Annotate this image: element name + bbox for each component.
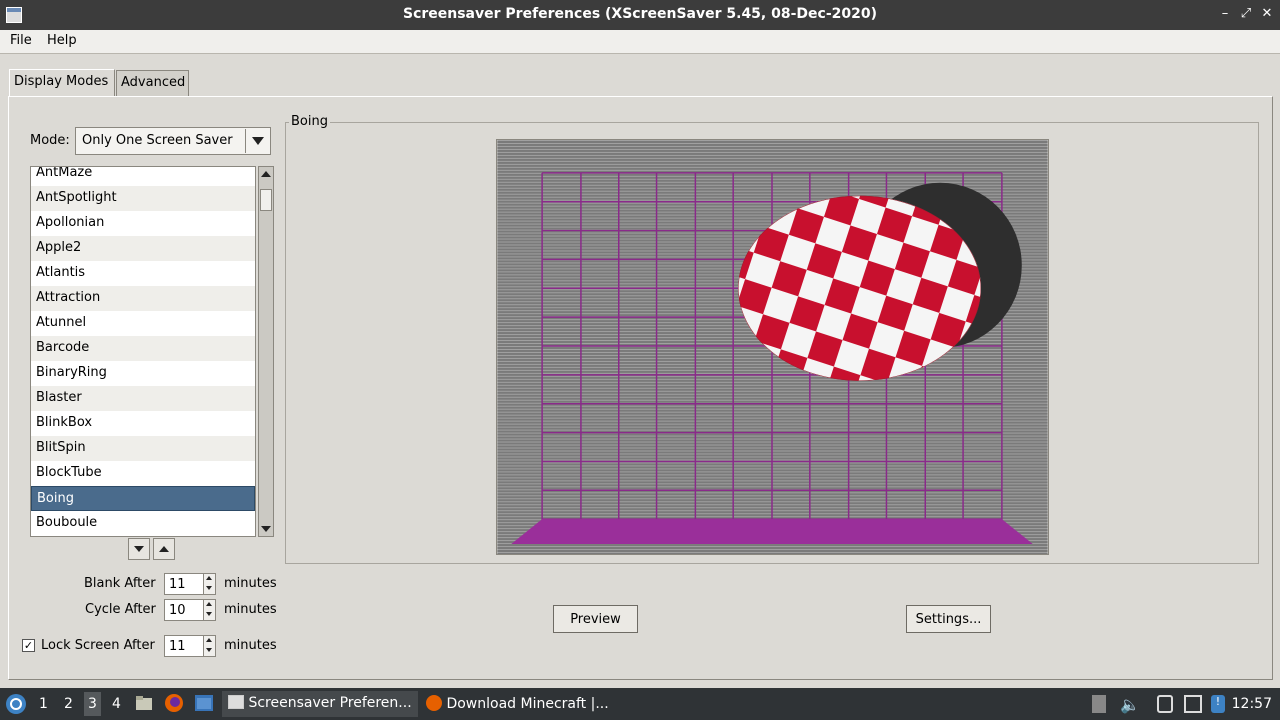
saver-list-item[interactable]: Barcode [31, 336, 255, 361]
preview-floor [511, 519, 1033, 545]
window-title: Screensaver Preferences (XScreenSaver 5.… [402, 6, 878, 22]
saver-list-item[interactable]: AntSpotlight [31, 186, 255, 211]
mode-value: Only One Screen Saver [82, 133, 233, 148]
saver-list-item[interactable]: Apollonian [31, 211, 255, 236]
workspace-3[interactable]: 3 [84, 692, 101, 716]
firefox-icon[interactable] [164, 693, 184, 713]
arrow-up-icon [159, 546, 169, 552]
saver-list-item[interactable]: BlinkBox [31, 411, 255, 436]
title-bar: Screensaver Preferences (XScreenSaver 5.… [0, 0, 1280, 30]
tab-display-modes[interactable]: Display Modes [9, 69, 115, 97]
menu-bar: File Help [0, 30, 1280, 54]
notification-icon[interactable]: ! [1211, 695, 1225, 713]
window-icon [228, 695, 244, 709]
firefox-icon [426, 695, 442, 711]
lock-screen-spinner[interactable]: 11 [164, 635, 216, 657]
cycle-after-spinner[interactable]: 10 [164, 599, 216, 621]
network-icon[interactable] [1184, 695, 1202, 713]
task-label: Download Minecraft |... [446, 696, 609, 712]
saver-list-item[interactable]: Attraction [31, 286, 255, 311]
clipboard-icon[interactable] [1157, 695, 1173, 713]
workspace-1[interactable]: 1 [39, 696, 48, 712]
scroll-thumb[interactable] [260, 189, 272, 211]
saver-list-item[interactable]: Bouboule [31, 511, 255, 536]
blank-after-spinner[interactable]: 11 [164, 573, 216, 595]
menu-help[interactable]: Help [47, 33, 77, 48]
chevron-down-icon [252, 137, 264, 145]
arrow-up-icon [261, 171, 271, 177]
workspace-2[interactable]: 2 [64, 696, 73, 712]
volume-icon[interactable]: 🔈 [1120, 695, 1140, 714]
cycle-after-label: Cycle After [85, 602, 156, 617]
task-label: Screensaver Preferen... [248, 695, 412, 711]
blank-unit: minutes [224, 576, 277, 591]
maximize-button[interactable]: ⤢ [1237, 5, 1255, 23]
arrow-down-icon [134, 546, 144, 552]
saver-list-item[interactable]: Boing [31, 486, 255, 511]
scroll-up-button[interactable] [260, 168, 272, 180]
saver-list-item[interactable]: AntMaze [31, 167, 255, 186]
saver-list-item[interactable]: BlockTube [31, 461, 255, 486]
arrow-down-icon [261, 526, 271, 532]
lock-unit: minutes [224, 638, 277, 653]
scroll-down-button[interactable] [260, 523, 272, 535]
cycle-unit: minutes [224, 602, 277, 617]
next-saver-button[interactable] [128, 538, 150, 560]
lock-screen-value: 11 [169, 639, 186, 654]
saver-list-item[interactable]: BinaryRing [31, 361, 255, 386]
mode-select[interactable]: Only One Screen Saver [75, 127, 271, 155]
blank-after-value: 11 [169, 577, 186, 592]
task-screensaver-preferences[interactable]: Screensaver Preferen... [222, 691, 418, 717]
saver-list-item[interactable]: Atlantis [31, 261, 255, 286]
lock-screen-checkbox[interactable]: ✓ [22, 639, 35, 652]
saver-list[interactable]: AntMaze AntSpotlight Apollonian Apple2 Atlan… [30, 166, 256, 537]
spinner-arrows[interactable] [203, 636, 215, 656]
previous-saver-button[interactable] [153, 538, 175, 560]
dropdown-button[interactable] [245, 129, 269, 153]
spinner-arrows[interactable] [203, 600, 215, 620]
minimize-button[interactable]: – [1216, 5, 1234, 23]
tab-advanced[interactable]: Advanced [116, 70, 189, 96]
lock-screen-label: Lock Screen After [41, 638, 155, 653]
start-menu-icon[interactable] [5, 693, 27, 715]
taskbar: 1 2 3 4 Screensaver Preferen... Download… [0, 688, 1280, 720]
screensaver-preview [496, 139, 1049, 555]
close-button[interactable]: ✕ [1258, 5, 1276, 23]
task-download-minecraft[interactable]: Download Minecraft |... [420, 691, 620, 717]
saver-list-item[interactable]: BlitSpin [31, 436, 255, 461]
cycle-after-value: 10 [169, 603, 186, 618]
preview-frame-title: Boing [289, 114, 330, 129]
clock: 12:57 [1231, 696, 1272, 712]
preview-button[interactable]: Preview [553, 605, 638, 633]
menu-file[interactable]: File [10, 33, 32, 48]
saver-list-item[interactable]: Blaster [31, 386, 255, 411]
file-manager-icon[interactable] [135, 694, 153, 712]
saver-list-item[interactable]: Apple2 [31, 236, 255, 261]
boing-ball [738, 195, 981, 381]
workspace-4[interactable]: 4 [112, 696, 121, 712]
settings-button[interactable]: Settings... [906, 605, 991, 633]
spinner-arrows[interactable] [203, 574, 215, 594]
saver-list-item[interactable]: Atunnel [31, 311, 255, 336]
mode-label: Mode: [30, 133, 70, 148]
terminal-icon[interactable] [194, 694, 214, 712]
list-scrollbar[interactable] [258, 166, 274, 537]
blank-after-label: Blank After [84, 576, 156, 591]
tray-arrow-icon[interactable] [1092, 695, 1106, 713]
